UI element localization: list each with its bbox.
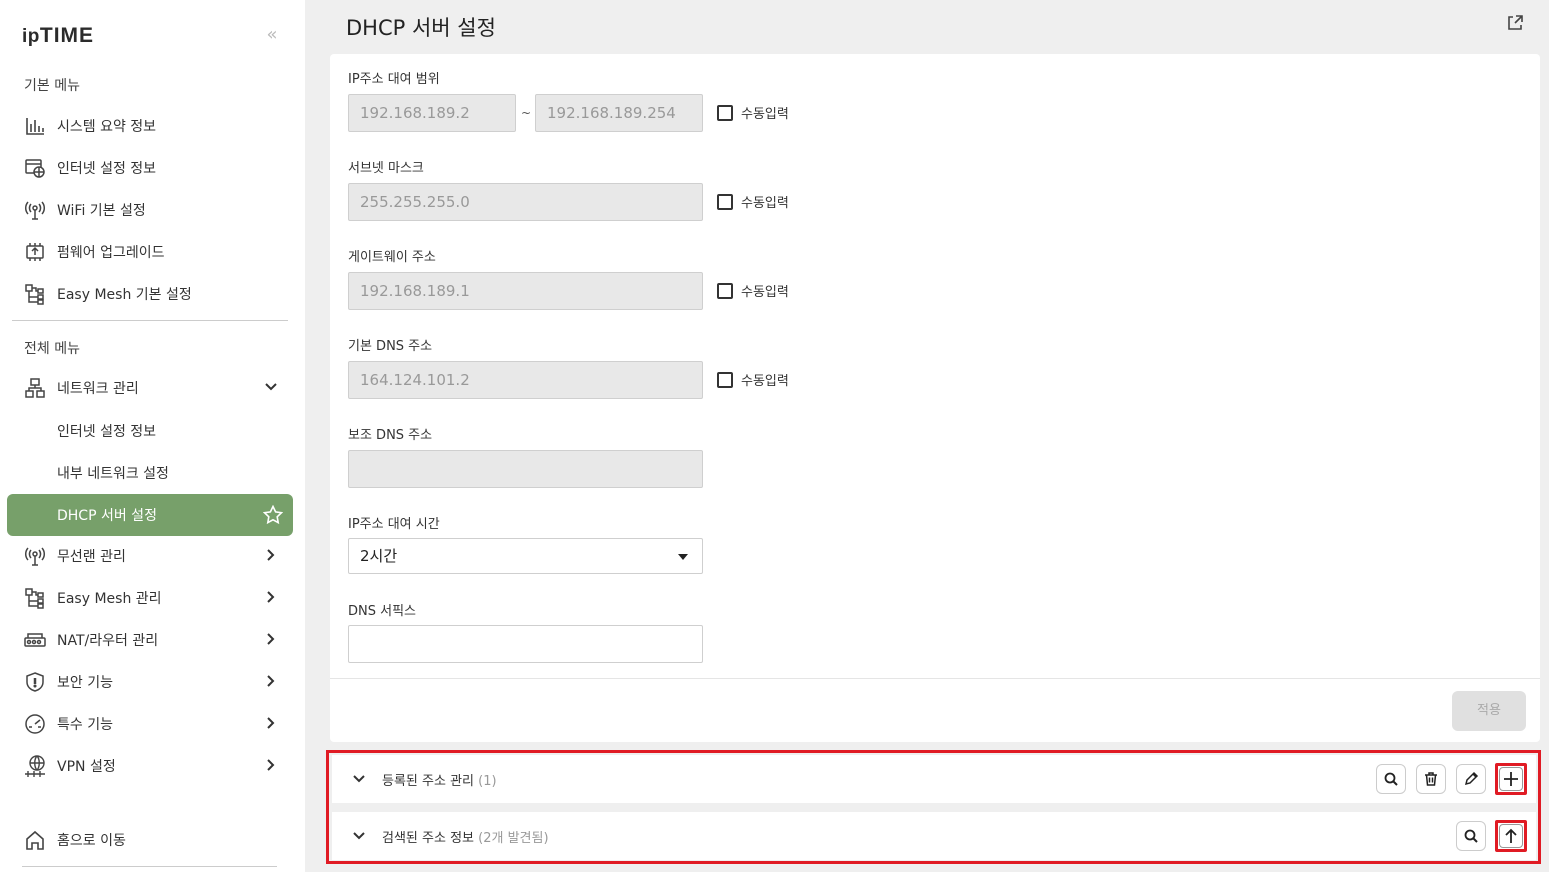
sidebar-item-label: 보안 기능 bbox=[57, 675, 113, 691]
home-icon bbox=[24, 829, 46, 851]
dns1-manual-checkbox[interactable]: 수동입력 bbox=[717, 370, 789, 389]
sidebar-item-easymesh[interactable]: Easy Mesh 관리 bbox=[12, 577, 293, 619]
sidebar-item-wireless[interactable]: 무선랜 관리 bbox=[12, 535, 293, 577]
chevron-right-icon bbox=[267, 633, 275, 645]
dns2-label: 보조 DNS 주소 bbox=[348, 428, 433, 443]
sidebar-item-label: WiFi 기본 설정 bbox=[57, 203, 146, 219]
sidebar-item-internet-settings[interactable]: 인터넷 설정 정보 bbox=[12, 410, 293, 452]
gateway-label: 게이트웨이 주소 bbox=[348, 250, 436, 265]
checkbox-box[interactable] bbox=[717, 104, 733, 121]
highlight-box bbox=[326, 750, 1541, 864]
gauge-icon bbox=[24, 713, 46, 735]
chevron-right-icon bbox=[267, 759, 275, 771]
sidebar-item-label: 펌웨어 업그레이드 bbox=[57, 245, 165, 261]
sidebar-item-internet-info[interactable]: 인터넷 설정 정보 bbox=[12, 147, 293, 189]
sidebar-item-label: DHCP 서버 설정 bbox=[57, 508, 157, 524]
sidebar-item-vpn[interactable]: VPN 설정 bbox=[12, 745, 293, 787]
firmware-chip-icon bbox=[24, 241, 46, 263]
checkbox-label: 수동입력 bbox=[741, 107, 789, 122]
sidebar-item-label: 시스템 요약 정보 bbox=[57, 119, 157, 135]
sidebar-item-nat-router[interactable]: NAT/라우터 관리 bbox=[12, 619, 293, 661]
sidebar-item-label: 특수 기능 bbox=[57, 717, 113, 733]
checkbox-box[interactable] bbox=[717, 282, 733, 299]
gateway-manual-checkbox[interactable]: 수동입력 bbox=[717, 281, 789, 300]
shield-icon bbox=[24, 671, 46, 693]
export-icon[interactable] bbox=[1506, 14, 1524, 32]
checkbox-box[interactable] bbox=[717, 193, 733, 210]
mesh-icon bbox=[24, 587, 46, 609]
dns1-input[interactable]: 164.124.101.2 bbox=[348, 361, 703, 399]
sidebar-item-label: 네트워크 관리 bbox=[57, 381, 139, 397]
chevron-right-icon bbox=[267, 549, 275, 561]
lease-time-label: IP주소 대여 시간 bbox=[348, 517, 440, 532]
chevron-down-icon bbox=[265, 383, 277, 391]
sidebar-item-system-summary[interactable]: 시스템 요약 정보 bbox=[12, 105, 293, 147]
sidebar-item-special[interactable]: 특수 기능 bbox=[12, 703, 293, 745]
subnet-label: 서브넷 마스크 bbox=[348, 161, 424, 176]
basic-menu-title: 기본 메뉴 bbox=[24, 78, 80, 94]
mesh-icon bbox=[24, 283, 46, 305]
dns1-label: 기본 DNS 주소 bbox=[348, 339, 433, 354]
ip-range-start-input[interactable]: 192.168.189.2 bbox=[348, 94, 516, 132]
ip-range-end-input[interactable]: 192.168.189.254 bbox=[535, 94, 703, 132]
dns-suffix-input[interactable] bbox=[348, 625, 703, 663]
sidebar-item-dhcp-server[interactable]: DHCP 서버 설정 bbox=[7, 494, 293, 536]
all-menu-title: 전체 메뉴 bbox=[24, 341, 80, 357]
sidebar-item-firmware[interactable]: 펌웨어 업그레이드 bbox=[12, 231, 293, 273]
card-divider bbox=[330, 678, 1540, 679]
dns2-input[interactable] bbox=[348, 450, 703, 488]
sidebar-item-label: 내부 네트워크 설정 bbox=[57, 466, 169, 482]
sidebar-item-wifi-basic[interactable]: WiFi 기본 설정 bbox=[12, 189, 293, 231]
wifi-antenna-icon bbox=[24, 545, 46, 567]
ip-range-label: IP주소 대여 범위 bbox=[348, 72, 440, 87]
sidebar: ipTIME « 기본 메뉴 시스템 요약 정보 인터넷 설정 정보 WiFi … bbox=[0, 0, 305, 872]
subnet-mask-input[interactable]: 255.255.255.0 bbox=[348, 183, 703, 221]
wifi-antenna-icon bbox=[24, 199, 46, 221]
sidebar-item-home[interactable]: 홈으로 이동 bbox=[12, 819, 293, 861]
lease-time-value: 2시간 bbox=[360, 547, 398, 565]
sidebar-item-internal-network[interactable]: 내부 네트워크 설정 bbox=[12, 452, 293, 494]
sidebar-item-easymesh-basic[interactable]: Easy Mesh 기본 설정 bbox=[12, 273, 293, 315]
sidebar-item-label: NAT/라우터 관리 bbox=[57, 633, 159, 649]
sidebar-item-label: VPN 설정 bbox=[57, 759, 116, 775]
sidebar-item-label: 홈으로 이동 bbox=[57, 833, 126, 849]
globe-network-icon bbox=[24, 755, 46, 777]
checkbox-label: 수동입력 bbox=[741, 285, 789, 300]
favorite-star-icon[interactable] bbox=[263, 505, 283, 525]
sidebar-divider bbox=[12, 320, 288, 321]
caret-down-icon bbox=[678, 554, 688, 560]
checkbox-box[interactable] bbox=[717, 371, 733, 388]
apply-button[interactable]: 적용 bbox=[1452, 691, 1526, 731]
range-separator: ~ bbox=[521, 106, 532, 120]
lease-time-select[interactable]: 2시간 bbox=[348, 538, 703, 574]
dns-suffix-label: DNS 서픽스 bbox=[348, 604, 416, 619]
bar-chart-icon bbox=[24, 115, 46, 137]
collapse-sidebar-icon[interactable]: « bbox=[262, 24, 282, 46]
checkbox-label: 수동입력 bbox=[741, 196, 789, 211]
iptime-logo[interactable]: ipTIME bbox=[22, 24, 94, 48]
sidebar-item-label: 인터넷 설정 정보 bbox=[57, 424, 157, 440]
sidebar-item-security[interactable]: 보안 기능 bbox=[12, 661, 293, 703]
sidebar-item-label: Easy Mesh 기본 설정 bbox=[57, 287, 192, 303]
sidebar-item-label: 인터넷 설정 정보 bbox=[57, 161, 157, 177]
gateway-input[interactable]: 192.168.189.1 bbox=[348, 272, 703, 310]
sidebar-divider bbox=[22, 866, 277, 867]
ip-range-manual-checkbox[interactable]: 수동입력 bbox=[717, 103, 789, 122]
page-title: DHCP 서버 설정 bbox=[346, 16, 496, 40]
dhcp-settings-card: IP주소 대여 범위 192.168.189.2 ~ 192.168.189.2… bbox=[330, 54, 1540, 742]
internet-settings-icon bbox=[24, 157, 46, 179]
chevron-right-icon bbox=[267, 717, 275, 729]
chevron-right-icon bbox=[267, 591, 275, 603]
sidebar-item-label: Easy Mesh 관리 bbox=[57, 591, 162, 607]
subnet-manual-checkbox[interactable]: 수동입력 bbox=[717, 192, 789, 211]
sidebar-item-label: 무선랜 관리 bbox=[57, 549, 126, 565]
chevron-right-icon bbox=[267, 675, 275, 687]
sidebar-item-network[interactable]: 네트워크 관리 bbox=[12, 367, 293, 409]
network-icon bbox=[24, 377, 46, 399]
router-icon bbox=[24, 629, 46, 651]
checkbox-label: 수동입력 bbox=[741, 374, 789, 389]
